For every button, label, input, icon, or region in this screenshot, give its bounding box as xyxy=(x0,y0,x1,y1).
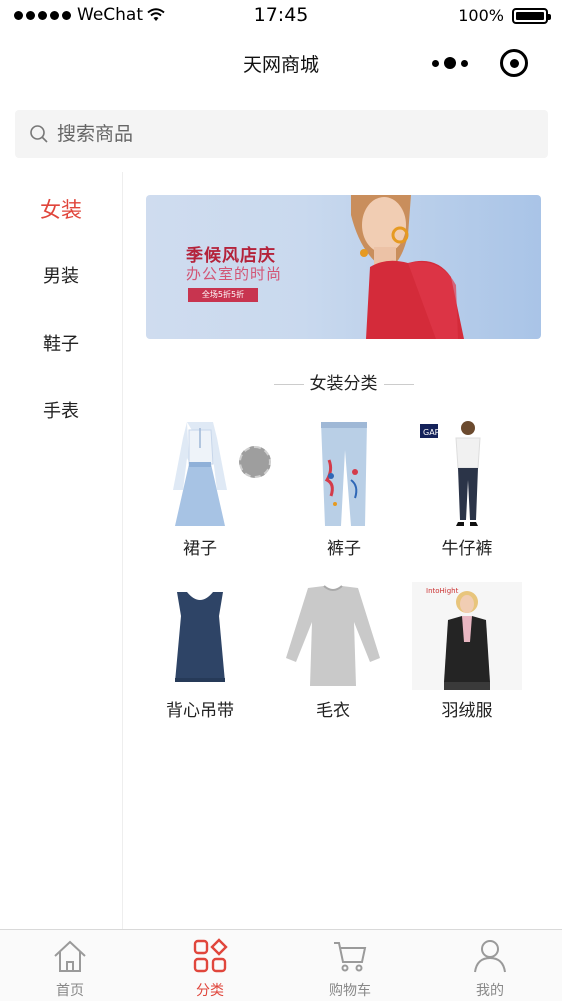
tab-bar: 首页 分类 购物车 我的 xyxy=(0,929,562,1001)
sidebar-item-watches[interactable]: 手表 xyxy=(0,397,122,423)
page-title: 天网商城 xyxy=(242,54,319,76)
search-icon xyxy=(30,125,48,143)
dress-icon xyxy=(145,420,255,528)
sidebar-item-women[interactable]: 女装 xyxy=(0,194,122,224)
svg-text:GAP: GAP xyxy=(423,428,440,437)
sidebar-item-shoes[interactable]: 鞋子 xyxy=(0,330,122,356)
banner-tag: 全场5折5折 xyxy=(188,288,258,302)
banner-subtitle: 办公室的时尚 xyxy=(186,265,283,283)
category-sidebar: 女装 男装 鞋子 手表 xyxy=(0,172,123,929)
home-icon xyxy=(54,940,86,972)
category-icon xyxy=(193,938,228,973)
search-input[interactable] xyxy=(57,123,457,145)
divider-line xyxy=(273,383,304,385)
tab-label: 分类 xyxy=(196,983,224,999)
more-dots-icon[interactable] xyxy=(432,56,468,70)
category-label: 背心吊带 xyxy=(166,701,234,721)
category-item-tank-top[interactable]: 背心吊带 xyxy=(145,582,255,721)
tab-label: 购物车 xyxy=(329,983,371,999)
tab-label: 首页 xyxy=(56,983,84,999)
search-bar[interactable] xyxy=(15,110,548,158)
battery-icon xyxy=(512,7,551,24)
model-jeans-icon: GAP xyxy=(412,420,522,528)
category-label: 羽绒服 xyxy=(441,701,493,721)
battery-info: 100% xyxy=(458,6,551,25)
category-item-jeans[interactable]: GAP 牛仔裤 xyxy=(412,420,522,559)
sidebar-item-men[interactable]: 男装 xyxy=(0,262,122,288)
tank-top-icon xyxy=(145,582,255,690)
jeans-icon xyxy=(289,420,399,528)
category-item-down-jacket[interactable]: IntoHight 羽绒服 xyxy=(412,582,522,721)
promo-banner[interactable]: 季候风店庆 办公室的时尚 全场5折5折 xyxy=(146,195,541,339)
category-label: 毛衣 xyxy=(316,701,350,721)
user-icon xyxy=(474,940,506,973)
nav-bar: 天网商城 xyxy=(0,32,562,94)
section-title: 女装分类 xyxy=(146,369,541,394)
down-jacket-icon: IntoHight xyxy=(412,582,522,690)
status-bar: WeChat 17:45 100% xyxy=(0,0,562,32)
section-title-text: 女装分类 xyxy=(309,374,378,394)
target-close-icon[interactable] xyxy=(500,49,528,77)
sweater-icon xyxy=(278,582,388,690)
divider-line xyxy=(383,383,414,385)
cart-icon xyxy=(334,942,367,972)
tab-cart[interactable]: 购物车 xyxy=(280,930,420,1001)
category-label: 裙子 xyxy=(183,539,217,559)
tab-category[interactable]: 分类 xyxy=(140,930,280,1001)
svg-text:IntoHight: IntoHight xyxy=(426,587,459,595)
loading-spinner-icon xyxy=(239,446,271,478)
category-label: 牛仔裤 xyxy=(441,539,493,559)
tab-home[interactable]: 首页 xyxy=(0,930,140,1001)
tab-profile[interactable]: 我的 xyxy=(420,930,560,1001)
tab-label: 我的 xyxy=(476,983,504,999)
category-item-dress[interactable]: 裙子 xyxy=(145,420,255,559)
category-item-sweater[interactable]: 毛衣 xyxy=(278,582,388,721)
battery-percent: 100% xyxy=(458,6,504,25)
category-item-pants[interactable]: 裤子 xyxy=(289,420,399,559)
category-label: 裤子 xyxy=(327,539,361,559)
